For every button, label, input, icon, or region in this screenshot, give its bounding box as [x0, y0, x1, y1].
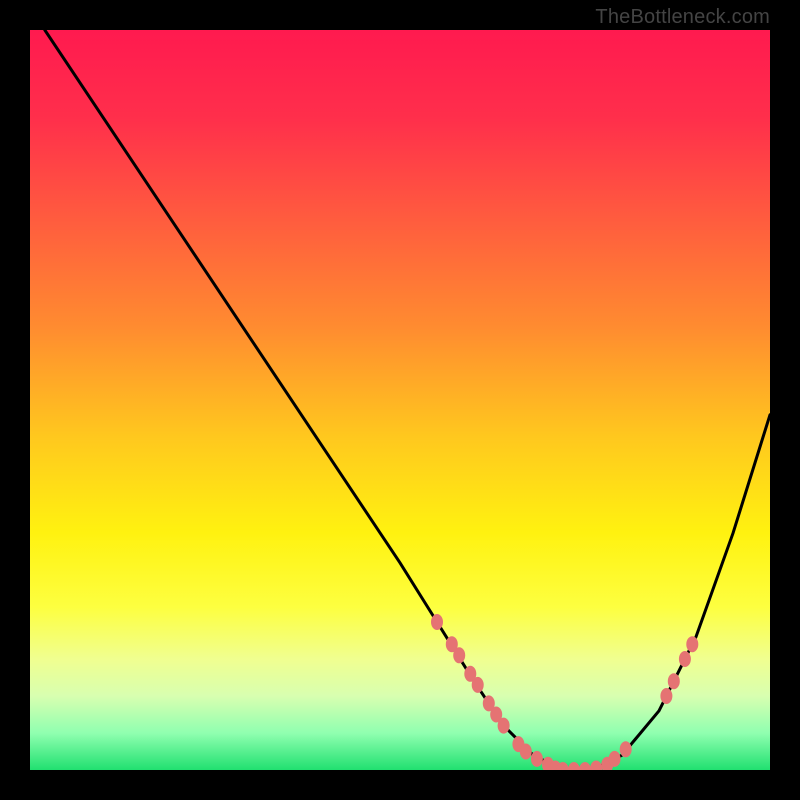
- watermark-text: TheBottleneck.com: [595, 6, 770, 29]
- bottleneck-curve: [45, 30, 770, 770]
- highlight-point: [679, 651, 691, 667]
- highlight-point: [660, 688, 672, 704]
- highlight-point: [609, 751, 621, 767]
- highlight-point: [498, 718, 510, 734]
- highlight-point: [520, 744, 532, 760]
- highlight-point: [590, 761, 602, 771]
- highlight-points: [431, 614, 698, 770]
- highlight-point: [686, 636, 698, 652]
- highlight-point: [668, 673, 680, 689]
- chart-svg: [30, 30, 770, 770]
- highlight-point: [568, 762, 580, 770]
- highlight-point: [472, 677, 484, 693]
- chart-frame: TheBottleneck.com: [0, 0, 800, 800]
- highlight-point: [453, 647, 465, 663]
- highlight-point: [531, 751, 543, 767]
- plot-area: [30, 30, 770, 770]
- highlight-point: [620, 741, 632, 757]
- highlight-point: [431, 614, 443, 630]
- highlight-point: [579, 762, 591, 770]
